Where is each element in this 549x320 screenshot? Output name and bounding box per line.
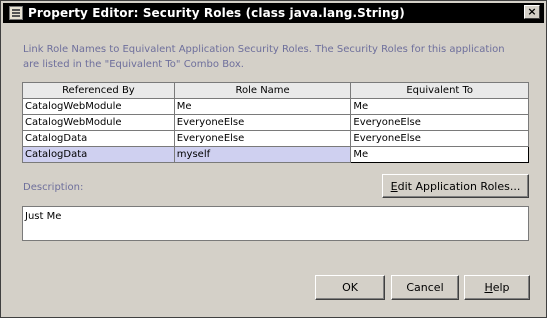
column-header-referenced-by[interactable]: Referenced By — [22, 82, 175, 99]
cell-role-name[interactable]: EveryoneElse — [173, 114, 352, 131]
cell-equivalent-to[interactable]: EveryoneElse — [350, 130, 529, 147]
property-editor-dialog: Property Editor: Security Roles (class j… — [0, 0, 547, 318]
edit-roles-mnemonic: E — [390, 179, 398, 193]
cell-equivalent-to[interactable]: EveryoneElse — [350, 114, 529, 131]
close-button[interactable]: × — [524, 5, 540, 19]
cancel-button[interactable]: Cancel — [391, 275, 459, 300]
cell-referenced-by[interactable]: CatalogData — [22, 146, 175, 163]
cell-role-name[interactable]: EveryoneElse — [173, 130, 352, 147]
column-header-role-name[interactable]: Role Name — [173, 82, 352, 99]
table-row-selected[interactable]: CatalogData myself Me — [22, 146, 529, 163]
window-title: Property Editor: Security Roles (class j… — [28, 6, 405, 20]
instructions-line-1: Link Role Names to Equivalent Applicatio… — [23, 44, 505, 55]
table-row[interactable]: CatalogWebModule Me Me — [22, 98, 529, 115]
cell-role-name[interactable]: Me — [173, 98, 352, 115]
table-row[interactable]: CatalogWebModule EveryoneElse EveryoneEl… — [22, 114, 529, 131]
help-button[interactable]: Help — [464, 275, 530, 300]
equivalent-to-combo-box[interactable]: Me — [350, 146, 529, 163]
instructions-line-2: are listed in the "Equivalent To" Combo … — [23, 59, 244, 70]
description-label: Description: — [23, 182, 84, 193]
help-mnemonic: H — [484, 281, 493, 294]
edit-application-roles-button[interactable]: Edit Application Roles... — [382, 174, 529, 198]
property-editor-icon — [9, 6, 23, 20]
ok-button[interactable]: OK — [315, 275, 385, 300]
description-field[interactable]: Just Me — [22, 206, 529, 241]
instructions-text: Link Role Names to Equivalent Applicatio… — [23, 42, 523, 72]
edit-roles-label: dit Application Roles... — [397, 179, 521, 193]
column-header-equivalent-to[interactable]: Equivalent To — [350, 82, 529, 99]
table-header-row: Referenced By Role Name Equivalent To — [22, 82, 529, 99]
table-row[interactable]: CatalogData EveryoneElse EveryoneElse — [22, 130, 529, 147]
help-label: elp — [492, 281, 510, 294]
cell-role-name[interactable]: myself — [173, 146, 352, 163]
cell-referenced-by[interactable]: CatalogData — [22, 130, 175, 147]
cell-referenced-by[interactable]: CatalogWebModule — [22, 114, 175, 131]
cell-referenced-by[interactable]: CatalogWebModule — [22, 98, 175, 115]
cell-equivalent-to[interactable]: Me — [350, 98, 529, 115]
security-roles-table: Referenced By Role Name Equivalent To Ca… — [22, 82, 529, 163]
title-bar[interactable]: Property Editor: Security Roles (class j… — [3, 3, 544, 23]
